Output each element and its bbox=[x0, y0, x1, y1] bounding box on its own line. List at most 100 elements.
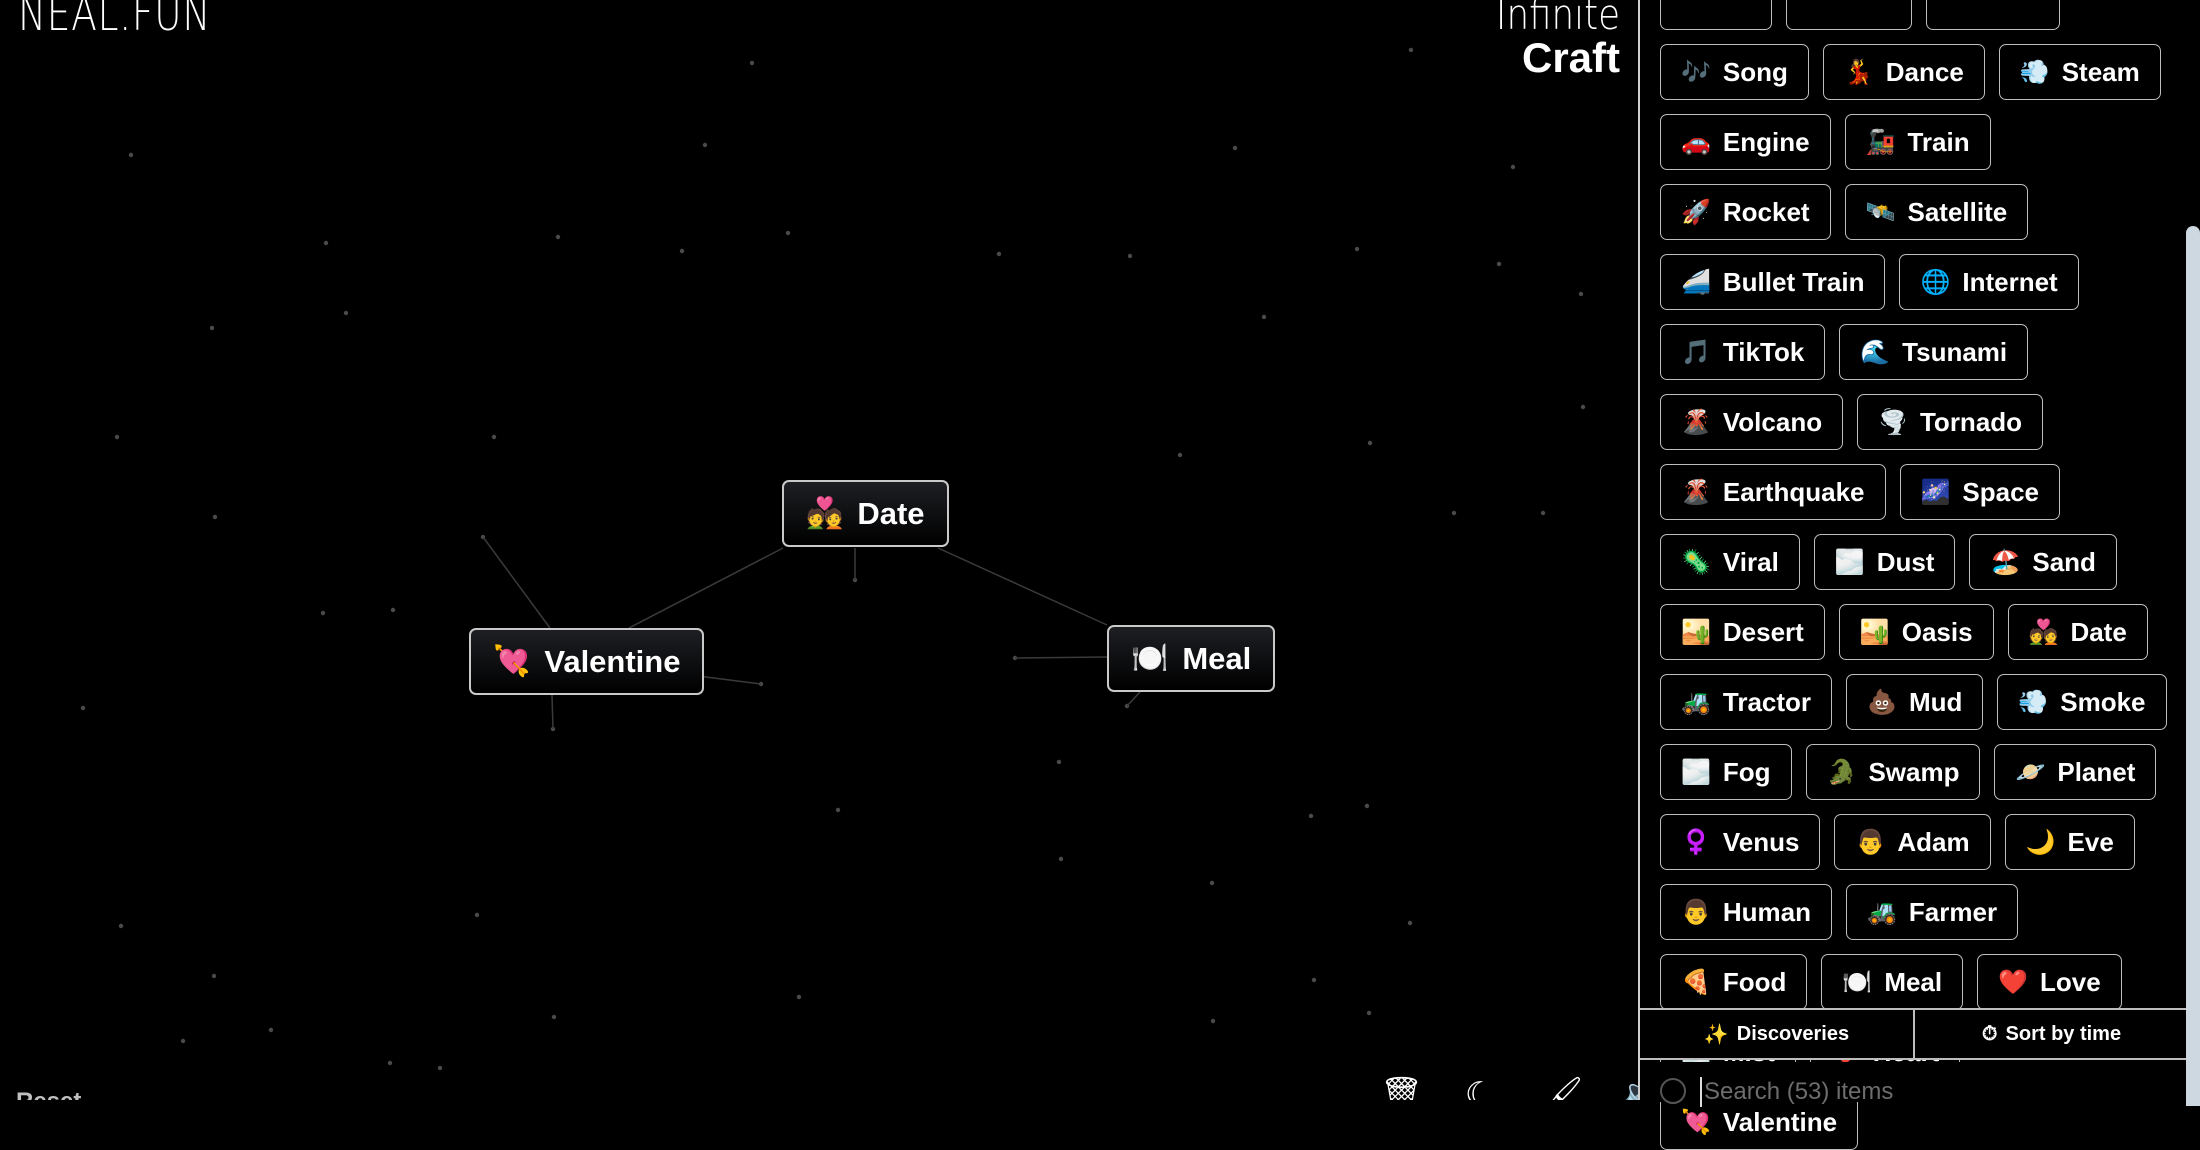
particle-dot bbox=[1232, 145, 1238, 151]
item-emoji-icon: 💑 bbox=[2028, 618, 2059, 646]
particle-dot bbox=[1261, 314, 1267, 320]
particle-dot bbox=[212, 514, 218, 520]
particle-dot bbox=[1407, 920, 1413, 926]
canvas-item-label: Date bbox=[857, 495, 925, 531]
item-emoji-icon: 🚂 bbox=[1865, 128, 1896, 156]
sidebar-item[interactable]: 🌫️ Fog bbox=[1660, 744, 1792, 800]
canvas-item-date[interactable]: 💑 Date bbox=[782, 480, 949, 547]
item-emoji-icon: 🌫️ bbox=[1834, 548, 1865, 576]
scrollbar-thumb[interactable] bbox=[2186, 226, 2200, 1106]
particle-dot bbox=[1580, 404, 1586, 410]
item-emoji-icon: 🛰️ bbox=[1865, 198, 1896, 226]
item-label: Food bbox=[1722, 966, 1787, 997]
item-emoji-icon: 🎵 bbox=[1681, 338, 1711, 366]
sidebar-item[interactable]: 🍽️ Meal bbox=[1821, 954, 1964, 1010]
sidebar-item[interactable]: 🌐 Internet bbox=[1899, 254, 2079, 310]
particle-dot bbox=[320, 610, 326, 616]
stopwatch-icon: ⏱ bbox=[1981, 1022, 1998, 1045]
sidebar-item[interactable]: 👨 Human bbox=[1660, 884, 1833, 940]
item-label bbox=[1819, 0, 1891, 18]
sidebar-item[interactable]: 🐊 Swamp bbox=[1805, 744, 1981, 800]
sidebar-item[interactable]: 🌙 Eve bbox=[2004, 814, 2135, 870]
particle-dot bbox=[474, 912, 480, 918]
sidebar-item[interactable]: 💩 Mud bbox=[1846, 674, 1984, 730]
item-emoji-icon: 🪐 bbox=[2015, 758, 2046, 786]
item-label: Earthquake bbox=[1722, 476, 1865, 507]
brush-icon[interactable]: 🖌 bbox=[1540, 1075, 1583, 1100]
sidebar-item[interactable]: 🚂 Train bbox=[1844, 114, 1991, 170]
sidebar-item[interactable] bbox=[1785, 0, 1913, 30]
dark-mode-icon[interactable]: ☾ bbox=[1460, 1075, 1500, 1100]
sidebar-item[interactable]: 🚄 Bullet Train bbox=[1660, 254, 1886, 310]
item-label: TikTok bbox=[1722, 336, 1805, 367]
sidebar-item[interactable]: 🍕 Food bbox=[1660, 954, 1808, 1010]
sidebar-item[interactable]: 🏜️ Desert bbox=[1660, 604, 1825, 660]
sidebar-item[interactable]: 🛰️ Satellite bbox=[1844, 184, 2029, 240]
reset-button[interactable]: Reset bbox=[16, 1088, 81, 1100]
sidebar-item[interactable]: 🌊 Tsunami bbox=[1839, 324, 2029, 380]
sidebar-item[interactable]: 🏖️ Sand bbox=[1969, 534, 2117, 590]
search-input[interactable] bbox=[1700, 1077, 2106, 1107]
infinite-craft-logo: Infinite Craft bbox=[1474, 0, 1620, 80]
sidebar-item[interactable]: 👨 Adam bbox=[1834, 814, 1991, 870]
sidebar-item[interactable]: 🌋 Earthquake bbox=[1660, 464, 1886, 520]
particle-dot bbox=[551, 1014, 557, 1020]
item-label: Satellite bbox=[1907, 196, 2008, 227]
trash-icon[interactable]: 🗑 bbox=[1380, 1075, 1423, 1100]
logo-line-craft: Craft bbox=[1521, 34, 1620, 81]
item-emoji-icon: 💘 bbox=[1681, 1108, 1711, 1136]
item-label bbox=[1959, 0, 2038, 18]
item-label: Bullet Train bbox=[1722, 266, 1865, 297]
sidebar-item[interactable]: 💨 Steam bbox=[1998, 44, 2161, 100]
sidebar-item[interactable]: 🚗 Engine bbox=[1660, 114, 1831, 170]
sidebar-item[interactable]: 🪐 Planet bbox=[1994, 744, 2157, 800]
sidebar-item[interactable]: 💨 Smoke bbox=[1997, 674, 2167, 730]
meal-emoji-icon: 🍽️ bbox=[1131, 642, 1169, 675]
sidebar-item[interactable]: 🌫️ Dust bbox=[1813, 534, 1956, 590]
sidebar-item[interactable]: 🎶 Song bbox=[1660, 44, 1809, 100]
neal-fun-logo[interactable]: NEAL.FUN bbox=[18, 0, 211, 42]
sidebar-item[interactable]: 💑 Date bbox=[2007, 604, 2148, 660]
item-emoji-icon: 🐊 bbox=[1826, 758, 1857, 786]
item-label: Tornado bbox=[1919, 406, 2023, 437]
particle-dot bbox=[1354, 246, 1360, 252]
particle-dot bbox=[1451, 510, 1457, 516]
sidebar-item[interactable]: ❤️ Love bbox=[1977, 954, 2122, 1010]
sidebar-item[interactable] bbox=[1926, 0, 2060, 30]
sidebar-item[interactable]: 🚀 Rocket bbox=[1660, 184, 1831, 240]
sidebar-item[interactable] bbox=[1660, 0, 1772, 30]
item-label bbox=[1693, 0, 1751, 18]
sidebar-item[interactable]: 🌪️ Tornado bbox=[1857, 394, 2044, 450]
sidebar-item[interactable]: 🏜️ Oasis bbox=[1838, 604, 1994, 660]
item-label: Dance bbox=[1885, 56, 1964, 87]
item-label: Mud bbox=[1908, 686, 1963, 717]
sidebar-item[interactable]: 💃 Dance bbox=[1822, 44, 1985, 100]
sort-by-time-button[interactable]: ⏱ Sort by time bbox=[1913, 1010, 2188, 1058]
item-label: Engine bbox=[1722, 126, 1810, 157]
sidebar-item-list: 🎶 Song 💃 Dance 💨 Steam 🚗 Engine 🚂 Train 🚀 Rocket 🛰️ S… bbox=[1660, 0, 2170, 1150]
particle-dot bbox=[1364, 803, 1370, 809]
sidebar-item[interactable]: ♀️ Venus bbox=[1660, 814, 1821, 870]
canvas-item-valentine[interactable]: 💘 Valentine bbox=[469, 628, 705, 695]
valentine-emoji-icon: 💘 bbox=[493, 645, 531, 678]
particle-dot bbox=[387, 1060, 393, 1066]
particle-dot bbox=[118, 923, 124, 929]
item-emoji-icon: 🚜 bbox=[1867, 898, 1897, 926]
item-label: Train bbox=[1907, 126, 1970, 157]
canvas-item-label: Valentine bbox=[544, 643, 681, 679]
item-label: Eve bbox=[2067, 826, 2114, 857]
item-label: Dust bbox=[1876, 546, 1935, 577]
sidebar-item[interactable]: 🎵 TikTok bbox=[1660, 324, 1826, 380]
sidebar-item[interactable]: 🚜 Tractor bbox=[1660, 674, 1833, 730]
sound-icon[interactable]: 🔈 bbox=[1620, 1075, 1638, 1100]
particle-dot bbox=[785, 230, 791, 236]
particle-dot bbox=[749, 60, 755, 66]
sidebar-item[interactable]: 🚜 Farmer bbox=[1846, 884, 2019, 940]
particle-dot bbox=[1578, 291, 1584, 297]
craft-canvas[interactable]: NEAL.FUN Infinite Craft 💑 Date 💘 Valenti… bbox=[0, 0, 1638, 1100]
sidebar-item[interactable]: 🌋 Volcano bbox=[1660, 394, 1844, 450]
sidebar-item[interactable]: 🦠 Viral bbox=[1660, 534, 1800, 590]
sidebar-item[interactable]: 🌌 Space bbox=[1899, 464, 2060, 520]
canvas-item-meal[interactable]: 🍽️ Meal bbox=[1107, 625, 1276, 692]
discoveries-button[interactable]: ✨ Discoveries bbox=[1640, 1010, 1913, 1058]
